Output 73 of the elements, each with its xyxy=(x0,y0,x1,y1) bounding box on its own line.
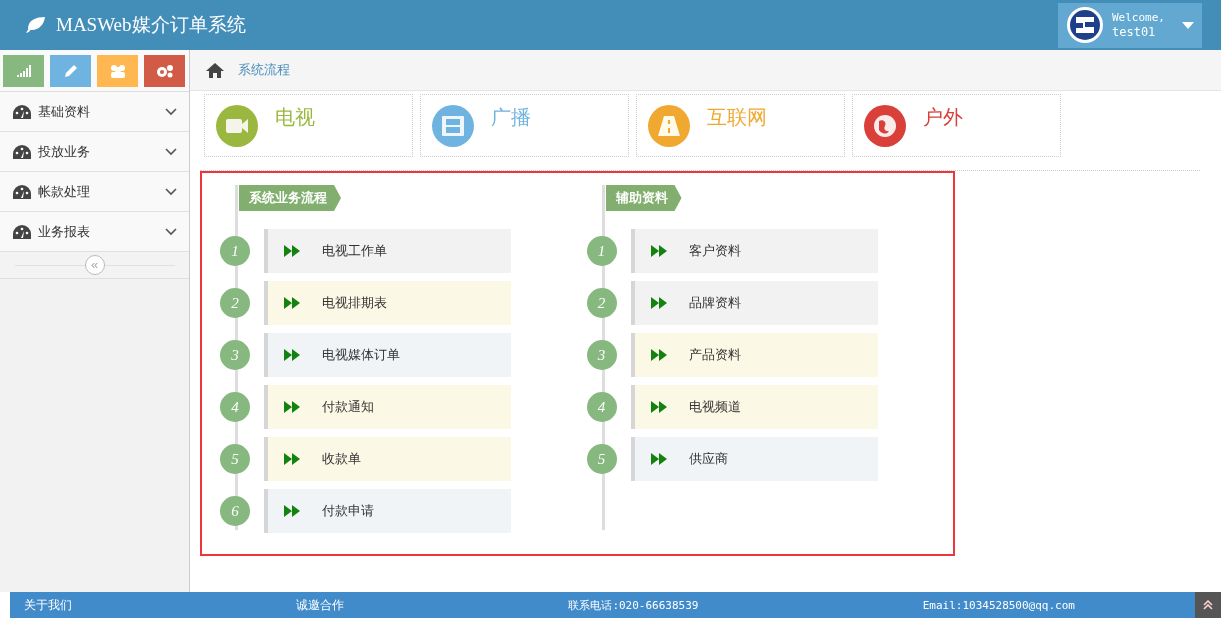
dashboard-icon xyxy=(12,183,32,200)
double-chevron-up-icon xyxy=(1203,600,1213,610)
section-tag: 系统业务流程 xyxy=(239,185,341,211)
chevron-icon xyxy=(165,227,177,236)
dashboard-icon xyxy=(12,223,32,240)
double-arrow-icon xyxy=(284,401,300,413)
avatar-logo-icon xyxy=(1066,6,1104,44)
flow-step-button[interactable]: 收款单 xyxy=(264,437,511,481)
sidebar-menu-item[interactable]: 业务报表 xyxy=(0,212,189,252)
footer-text: 诚邀合作 xyxy=(296,596,345,614)
double-arrow-icon xyxy=(650,401,667,413)
flow-step-button[interactable]: 品牌资料 xyxy=(630,281,878,325)
dashboard-icon xyxy=(12,103,32,120)
step-number: 4 xyxy=(220,392,250,422)
flow-step-button[interactable]: 电视频道 xyxy=(630,385,878,429)
double-arrow-icon xyxy=(284,453,300,465)
flow-step-button[interactable]: 产品资料 xyxy=(630,333,878,377)
sidebar-menu-item[interactable]: 投放业务 xyxy=(0,132,189,172)
scroll-top-button[interactable] xyxy=(1195,592,1221,618)
sidebar-menu-item[interactable]: 帐款处理 xyxy=(0,172,189,212)
step-number: 1 xyxy=(220,236,250,266)
double-arrow-icon xyxy=(284,349,300,361)
users-icon xyxy=(108,64,127,78)
shortcut-button[interactable] xyxy=(50,55,91,87)
double-arrow-icon xyxy=(650,349,667,361)
step-number: 6 xyxy=(220,496,250,526)
flow-step-button[interactable]: 客户资料 xyxy=(630,229,878,273)
step-number: 2 xyxy=(220,288,250,318)
signal-bars-icon xyxy=(16,65,31,77)
home-icon xyxy=(206,62,224,78)
footer-text: Email:1034528500@qq.com xyxy=(922,598,1075,612)
category-label: 互联网 xyxy=(707,104,767,130)
step-number: 5 xyxy=(220,444,250,474)
step-number: 2 xyxy=(586,288,617,318)
flow-step-button[interactable]: 付款通知 xyxy=(264,385,511,429)
category-label: 广播 xyxy=(491,104,531,130)
flow-step-button[interactable]: 供应商 xyxy=(630,437,878,481)
chevron-icon xyxy=(165,147,177,156)
shortcut-button[interactable] xyxy=(97,55,138,87)
sidebar-menu-item[interactable]: 基础资料 xyxy=(0,92,189,132)
app-title: MASWeb媒介订单系统 xyxy=(56,13,246,37)
user-name: test01 xyxy=(1112,25,1156,40)
chevron-icon xyxy=(165,187,177,196)
step-number: 5 xyxy=(586,444,617,474)
double-arrow-icon xyxy=(650,297,667,309)
welcome-text: Welcome, xyxy=(1112,10,1165,25)
caret-icon xyxy=(1182,21,1194,29)
step-number: 1 xyxy=(586,236,617,266)
flow-step-button[interactable]: 电视排期表 xyxy=(264,281,511,325)
section-tag: 辅助资料 xyxy=(605,185,682,211)
flow-step-button[interactable]: 电视工作单 xyxy=(264,229,511,273)
step-number: 4 xyxy=(586,392,617,422)
double-arrow-icon xyxy=(650,453,667,465)
shortcut-button[interactable] xyxy=(144,55,185,87)
footer-text: 关于我们 xyxy=(24,596,72,614)
flow-step-button[interactable]: 付款申请 xyxy=(264,489,511,533)
gears-icon xyxy=(155,64,174,78)
dashboard-icon xyxy=(12,143,32,160)
chevron-icon xyxy=(165,107,177,116)
footer-text: 联系电话:020-66638539 xyxy=(568,597,699,613)
double-arrow-icon xyxy=(284,505,300,517)
double-arrow-icon xyxy=(284,297,300,309)
category-label: 电视 xyxy=(275,104,315,130)
double-arrow-icon xyxy=(650,245,667,257)
flow-step-button[interactable]: 电视媒体订单 xyxy=(264,333,511,377)
step-number: 3 xyxy=(586,340,617,370)
shortcut-button[interactable] xyxy=(3,55,44,87)
step-number: 3 xyxy=(220,340,250,370)
double-arrow-icon xyxy=(284,245,300,257)
leaf-icon xyxy=(24,16,46,34)
category-label: 户外 xyxy=(923,104,963,130)
pencil-icon xyxy=(63,64,78,78)
category-card[interactable]: 户外 xyxy=(852,94,1061,157)
